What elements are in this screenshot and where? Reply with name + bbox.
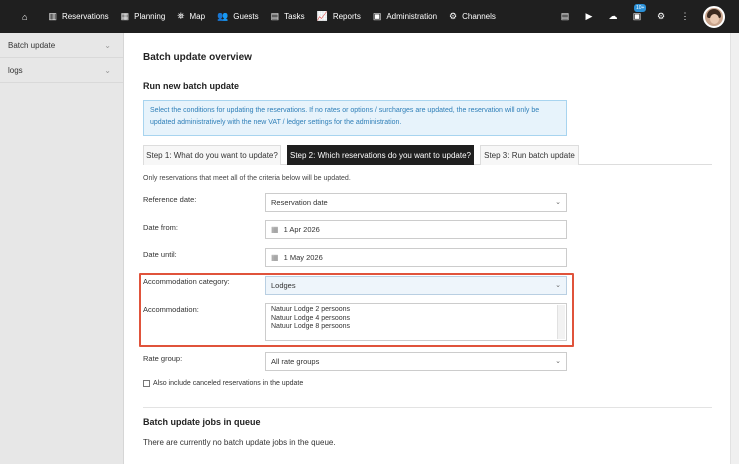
sidebar-item-logs[interactable]: logs ⌄ (0, 58, 123, 83)
nav-reports[interactable]: 📈 Reports (311, 0, 367, 33)
calendar-icon: ▦ (271, 225, 279, 234)
nav-administration-label: Administration (386, 12, 438, 21)
nav-guests[interactable]: 👥 Guests (211, 0, 265, 33)
channels-icon: ⚙ (449, 11, 458, 21)
chevron-down-icon: ⌄ (104, 65, 111, 75)
reference-date-value: Reservation date (271, 198, 328, 207)
date-from-label: Date from: (143, 223, 179, 232)
top-navigation-bar: ⌂ ▥ Reservations ▦ Planning ⛯ Map 👥 Gues… (0, 0, 739, 33)
page-scrollbar[interactable] (730, 33, 739, 464)
calendar-icon: ▦ (120, 11, 130, 21)
reference-date-label: Reference date: (143, 195, 197, 204)
reservations-icon: ▥ (48, 11, 57, 21)
sidebar-item-label: Batch update (8, 40, 56, 50)
chevron-down-icon: ⌄ (104, 40, 111, 50)
nav-reservations[interactable]: ▥ Reservations (42, 0, 114, 33)
date-from-field[interactable]: ▦ 1 Apr 2026 (265, 220, 567, 239)
list-item[interactable]: Natuur Lodge 8 persoons (271, 323, 561, 332)
sidebar: Batch update ⌄ logs ⌄ (0, 33, 124, 464)
nav-reservations-label: Reservations (61, 12, 109, 21)
nav-administration[interactable]: ▣ Administration (367, 0, 443, 33)
avatar[interactable] (703, 5, 725, 28)
section-title: Run new batch update (143, 81, 240, 91)
reports-icon: 📈 (316, 11, 328, 21)
home-button[interactable]: ⌂ (0, 0, 42, 33)
tab-step-2[interactable]: Step 2: Which reservations do you want t… (287, 145, 474, 165)
date-until-value: 1 May 2026 (283, 253, 323, 262)
nav-planning[interactable]: ▦ Planning (115, 0, 172, 33)
divider (143, 407, 712, 408)
topbar-utilities: ▤ ▶ ☁ ▣ 10+ ⚙ ⋮ (553, 0, 739, 33)
sidebar-item-batch-update[interactable]: Batch update ⌄ (0, 33, 123, 58)
calendar-icon: ▦ (271, 253, 279, 262)
info-alert: Select the conditions for updating the r… (143, 100, 567, 136)
nav-tasks[interactable]: ▤ Tasks (265, 0, 311, 33)
chevron-down-icon: ⌄ (555, 199, 561, 206)
reference-date-select[interactable]: Reservation date ⌄ (265, 193, 567, 212)
include-canceled-label: Also include canceled reservations in th… (153, 380, 304, 387)
include-canceled-checkbox[interactable] (143, 380, 150, 387)
accommodation-category-select[interactable]: Lodges ⌄ (265, 276, 567, 295)
include-canceled-row: Also include canceled reservations in th… (143, 380, 303, 387)
accommodation-label: Accommodation: (143, 305, 199, 314)
guests-icon: 👥 (217, 11, 229, 21)
home-icon: ⌂ (22, 11, 28, 22)
chevron-down-icon: ⌄ (555, 358, 561, 365)
gift-icon[interactable]: ▣ 10+ (625, 4, 649, 22)
sidebar-item-label: logs (8, 65, 23, 75)
tab-step-1[interactable]: Step 1: What do you want to update? (143, 145, 281, 165)
nav-reports-label: Reports (332, 12, 361, 21)
nav-map-label: Map (189, 12, 206, 21)
nav-planning-label: Planning (134, 12, 166, 21)
listbox-scrollbar[interactable] (557, 305, 565, 339)
nav-tasks-label: Tasks (284, 12, 305, 21)
accommodation-listbox[interactable]: Natuur Lodge 2 persoons Natuur Lodge 4 p… (265, 303, 567, 341)
calculator-icon[interactable]: ▤ (553, 11, 577, 22)
accommodation-category-label: Accommodation category: (143, 277, 230, 286)
queue-empty-message: There are currently no batch update jobs… (143, 438, 336, 447)
date-until-label: Date until: (143, 250, 177, 259)
nav-channels[interactable]: ⚙ Channels (443, 0, 502, 33)
date-until-field[interactable]: ▦ 1 May 2026 (265, 248, 567, 267)
list-item[interactable]: Natuur Lodge 2 persoons (271, 306, 561, 315)
notification-badge: 10+ (634, 4, 647, 12)
rate-group-label: Rate group: (143, 354, 183, 363)
accommodation-category-value: Lodges (271, 281, 296, 290)
rate-group-value: All rate groups (271, 357, 320, 366)
main-content: Batch update overview Run new batch upda… (124, 33, 730, 464)
queue-title: Batch update jobs in queue (143, 417, 261, 427)
rate-group-select[interactable]: All rate groups ⌄ (265, 352, 567, 371)
tab-step-3[interactable]: Step 3: Run batch update (480, 145, 579, 165)
more-menu-icon[interactable]: ⋮ (673, 11, 697, 22)
step-tabs: Step 1: What do you want to update? Step… (143, 145, 712, 165)
nav-channels-label: Channels (462, 12, 496, 21)
date-from-value: 1 Apr 2026 (283, 225, 320, 234)
administration-icon: ▣ (372, 11, 382, 21)
list-item[interactable]: Natuur Lodge 4 persoons (271, 315, 561, 324)
map-icon: ⛯ (177, 11, 185, 21)
nav-guests-label: Guests (233, 12, 259, 21)
tasks-icon: ▤ (270, 11, 280, 21)
gear-icon[interactable]: ⚙ (649, 11, 673, 22)
criteria-note: Only reservations that meet all of the c… (143, 175, 351, 182)
youtube-icon[interactable]: ▶ (577, 11, 601, 22)
chevron-down-icon: ⌄ (555, 282, 561, 289)
nav-map[interactable]: ⛯ Map (171, 0, 211, 33)
cloud-download-icon[interactable]: ☁ (601, 11, 625, 22)
page-title: Batch update overview (143, 52, 252, 63)
